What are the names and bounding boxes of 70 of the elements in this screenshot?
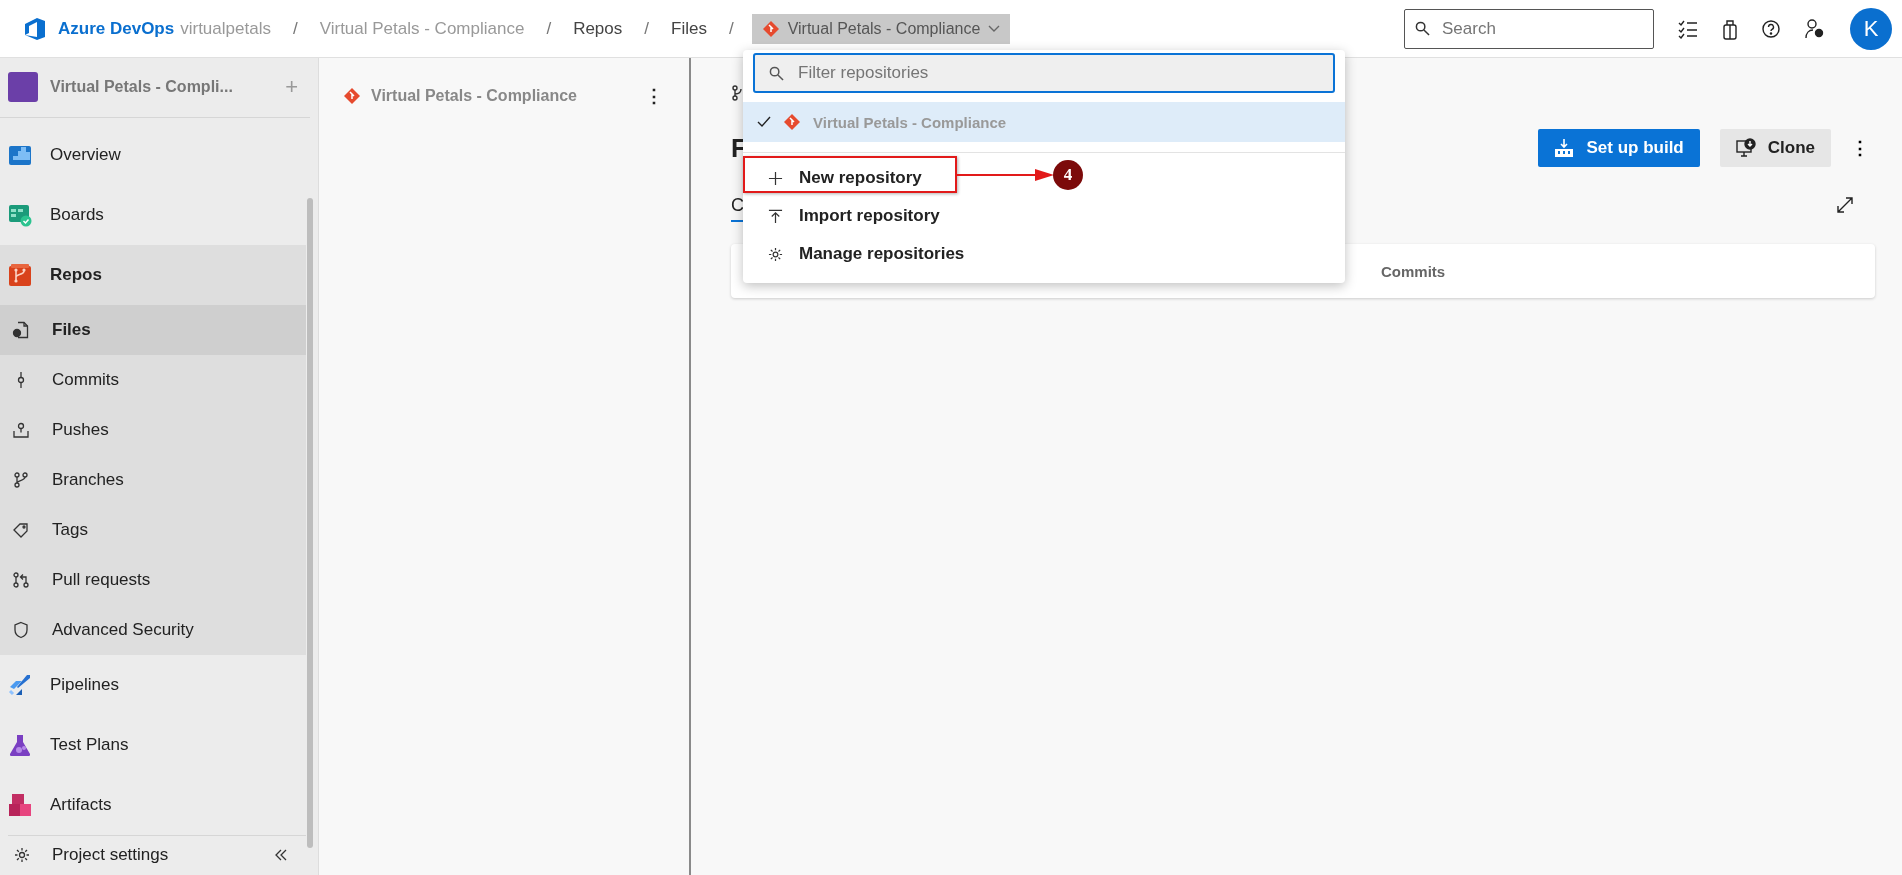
pull-request-icon bbox=[12, 570, 30, 589]
nav-item[interactable]: Tags bbox=[0, 504, 306, 555]
clone-icon bbox=[1735, 138, 1756, 158]
push-icon bbox=[12, 420, 30, 439]
flask-icon bbox=[8, 732, 32, 757]
shopping-bag-icon[interactable] bbox=[1722, 17, 1738, 40]
chevron-down-icon bbox=[988, 24, 1001, 33]
breadcrumb-separator: / bbox=[292, 18, 298, 39]
nav-item[interactable]: Advanced Security bbox=[0, 604, 306, 655]
user-avatar[interactable]: K bbox=[1850, 7, 1892, 50]
nav-item[interactable]: Commits bbox=[0, 354, 306, 405]
settings-icon bbox=[14, 847, 30, 864]
setup-build-button[interactable]: Set up build bbox=[1538, 129, 1700, 167]
file-icon bbox=[12, 320, 30, 339]
collapse-icon[interactable] bbox=[274, 849, 288, 862]
nav-item[interactable]: Artifacts bbox=[0, 774, 306, 835]
git-icon bbox=[783, 113, 801, 131]
scrollbar-thumb[interactable] bbox=[307, 198, 313, 848]
menu-item[interactable]: Import repository bbox=[799, 206, 940, 226]
help-icon[interactable] bbox=[1762, 19, 1780, 38]
filter-field[interactable]: Filter repositories bbox=[798, 58, 1319, 88]
breadcrumb-link[interactable]: Repos bbox=[567, 14, 629, 43]
branch-icon[interactable] bbox=[731, 84, 745, 102]
git-icon bbox=[343, 87, 361, 105]
product-name[interactable]: Azure DevOps bbox=[58, 18, 175, 39]
menu-item[interactable]: Manage repositories bbox=[799, 244, 965, 264]
clone-button[interactable]: Clone bbox=[1719, 129, 1831, 167]
user-settings-icon[interactable] bbox=[1804, 17, 1826, 40]
build-icon bbox=[1554, 138, 1575, 158]
shield-icon bbox=[12, 620, 30, 639]
nav-item[interactable]: Pull requests bbox=[0, 554, 306, 605]
check-icon bbox=[757, 116, 771, 128]
column-header: Commits bbox=[1381, 262, 1446, 280]
expand-icon[interactable] bbox=[1837, 197, 1853, 213]
breadcrumb-separator: / bbox=[644, 18, 649, 39]
plus-icon bbox=[768, 170, 783, 186]
nav-item[interactable]: Pipelines bbox=[0, 654, 306, 715]
more-options-button[interactable]: ⋮ bbox=[1845, 137, 1875, 159]
nav-item[interactable]: Test Plans bbox=[0, 714, 306, 775]
branch-icon bbox=[12, 470, 30, 489]
repo-icon bbox=[8, 262, 32, 287]
menu-item[interactable]: New repository bbox=[799, 168, 922, 188]
search-box[interactable]: Search bbox=[1404, 8, 1654, 49]
search-icon bbox=[1415, 21, 1430, 36]
settings-icon bbox=[768, 246, 783, 262]
step-badge: 4 bbox=[1053, 160, 1083, 190]
filter-box[interactable]: Filter repositories bbox=[753, 53, 1335, 93]
boards-icon bbox=[8, 202, 32, 227]
search-field[interactable]: Search bbox=[1442, 13, 1622, 44]
repo-selector[interactable]: Virtual Petals - Compliance bbox=[751, 13, 1011, 44]
git-icon bbox=[761, 19, 780, 38]
project-name[interactable]: Virtual Petals - Compli... bbox=[50, 78, 274, 97]
nav-item[interactable]: Repos bbox=[0, 244, 306, 305]
breadcrumb-link[interactable]: Files bbox=[665, 14, 713, 43]
more-options-button[interactable]: ⋮ bbox=[639, 85, 669, 107]
nav-item[interactable]: Branches bbox=[0, 454, 306, 505]
nav-item[interactable]: Overview bbox=[0, 124, 306, 185]
project-avatar bbox=[8, 72, 38, 103]
search-icon bbox=[769, 65, 784, 81]
breadcrumb-separator: / bbox=[728, 18, 734, 39]
upload-icon bbox=[768, 208, 783, 224]
nav-item[interactable]: Boards bbox=[0, 184, 306, 245]
nav-item[interactable]: Pushes bbox=[0, 404, 306, 455]
boxes-icon bbox=[8, 792, 32, 817]
checklist-icon[interactable] bbox=[1678, 18, 1698, 39]
project-settings-link[interactable]: Project settings bbox=[8, 834, 306, 875]
breadcrumb-separator: / bbox=[546, 18, 552, 39]
logo-icon[interactable] bbox=[22, 15, 48, 42]
nav-item[interactable]: Files bbox=[0, 304, 306, 355]
tag-icon bbox=[12, 520, 30, 539]
